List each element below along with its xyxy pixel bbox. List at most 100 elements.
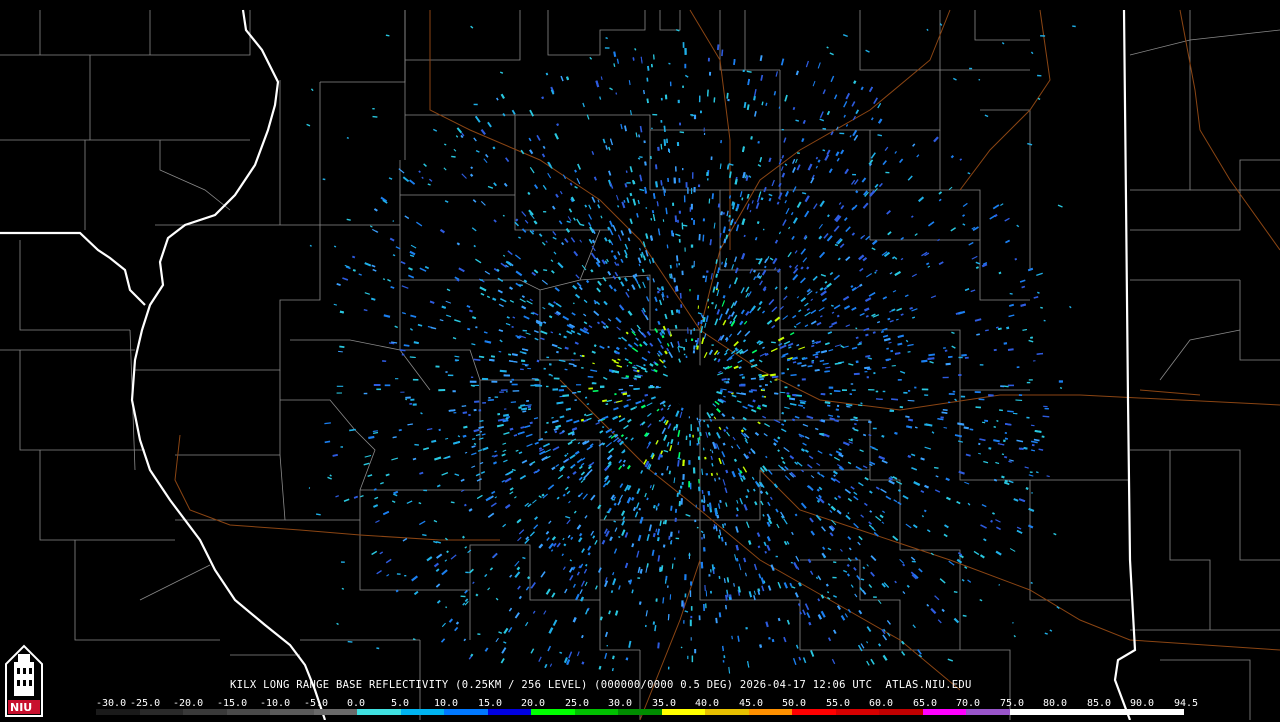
radar-echo <box>717 473 718 476</box>
radar-echo <box>546 423 548 424</box>
radar-echo <box>647 277 648 281</box>
radar-echo <box>534 418 538 419</box>
radar-echo <box>655 625 656 631</box>
radar-echo <box>1001 477 1004 478</box>
radar-echo <box>661 455 662 457</box>
scale-swatch <box>140 709 184 715</box>
radar-echo <box>413 639 415 640</box>
radar-echo <box>463 412 467 413</box>
radar-echo <box>851 286 853 287</box>
radar-echo <box>389 343 394 344</box>
radar-echo <box>671 506 672 511</box>
radar-echo <box>778 202 779 205</box>
radar-echo <box>521 427 525 428</box>
radar-echo <box>827 592 829 593</box>
radar-echo <box>667 295 668 298</box>
radar-echo <box>1037 292 1039 293</box>
scale-label: -10.0 <box>260 698 290 709</box>
radar-echo <box>1004 343 1007 344</box>
radar-echo <box>989 448 992 449</box>
radar-echo <box>749 541 750 545</box>
scale-swatch <box>531 709 575 715</box>
radar-echo <box>457 622 459 624</box>
radar-echo <box>720 164 721 169</box>
radar-echo <box>770 375 776 376</box>
radar-echo <box>681 647 682 648</box>
radar-echo <box>630 580 631 585</box>
radar-echo <box>633 57 634 60</box>
radar-echo <box>868 422 871 423</box>
radar-echo <box>564 336 567 337</box>
radar-echo <box>471 385 475 386</box>
radar-echo <box>662 565 663 571</box>
radar-echo <box>765 266 766 268</box>
radar-echo <box>645 395 648 396</box>
radar-echo <box>797 71 798 75</box>
radar-echo <box>811 346 814 347</box>
scale-swatch <box>488 709 532 715</box>
scale-label: 40.0 <box>695 698 719 709</box>
radar-echo <box>568 477 570 479</box>
radar-echo <box>834 475 836 476</box>
radar-echo <box>1031 450 1035 451</box>
scale-swatch <box>444 709 488 715</box>
radar-echo <box>994 480 997 481</box>
radar-echo <box>614 289 616 291</box>
radar-echo <box>310 245 312 246</box>
radar-echo <box>856 191 857 193</box>
radar-echo <box>716 618 717 623</box>
radar-echo <box>724 227 725 233</box>
scale-label: -5.0 <box>304 698 328 709</box>
radar-echo <box>1014 635 1015 637</box>
radar-echo <box>743 172 744 178</box>
radar-echo <box>683 225 688 226</box>
radar-echo <box>818 160 819 163</box>
radar-echo <box>614 52 615 57</box>
radar-echo <box>961 355 966 356</box>
radar-echo <box>879 644 881 646</box>
radar-echo <box>762 375 768 376</box>
radar-echo <box>1004 457 1007 458</box>
scale-label: 35.0 <box>652 698 676 709</box>
radar-echo <box>612 590 613 592</box>
radar-echo <box>889 311 891 312</box>
radar-echo <box>518 237 520 238</box>
scale-swatch <box>227 709 271 715</box>
scale-swatch <box>879 709 923 715</box>
radar-echo <box>352 257 355 258</box>
radar-echo <box>792 358 797 360</box>
radar-echo <box>453 338 456 339</box>
scale-label: 5.0 <box>391 698 409 709</box>
radar-echo <box>817 577 818 579</box>
radar-echo <box>772 377 779 378</box>
radar-echo <box>557 402 564 403</box>
radar-echo <box>522 411 526 412</box>
radar-echo <box>670 274 671 279</box>
radar-echo <box>645 371 648 372</box>
scale-swatch <box>1010 709 1054 715</box>
radar-echo <box>471 167 472 169</box>
radar-echo <box>1043 416 1050 417</box>
radar-echo <box>664 190 665 196</box>
radar-echo <box>762 198 763 200</box>
radar-echo <box>472 439 475 440</box>
radar-echo <box>588 377 594 378</box>
radar-echo <box>828 215 829 217</box>
radar-echo <box>895 433 898 434</box>
radar-echo <box>748 79 749 85</box>
radar-echo <box>715 509 716 516</box>
radar-echo <box>662 336 663 338</box>
radar-echo <box>543 322 546 323</box>
radar-echo <box>469 310 472 311</box>
radar-echo <box>690 115 695 116</box>
radar-echo <box>667 245 668 249</box>
radar-echo <box>769 198 770 201</box>
color-scale-bar <box>96 709 1184 715</box>
radar-echo <box>413 459 416 460</box>
radar-echo <box>928 358 935 359</box>
radar-echo <box>471 344 475 345</box>
radar-echo <box>679 310 680 314</box>
radar-echo <box>858 344 862 345</box>
radar-echo <box>970 429 974 430</box>
radar-echo <box>720 391 723 392</box>
